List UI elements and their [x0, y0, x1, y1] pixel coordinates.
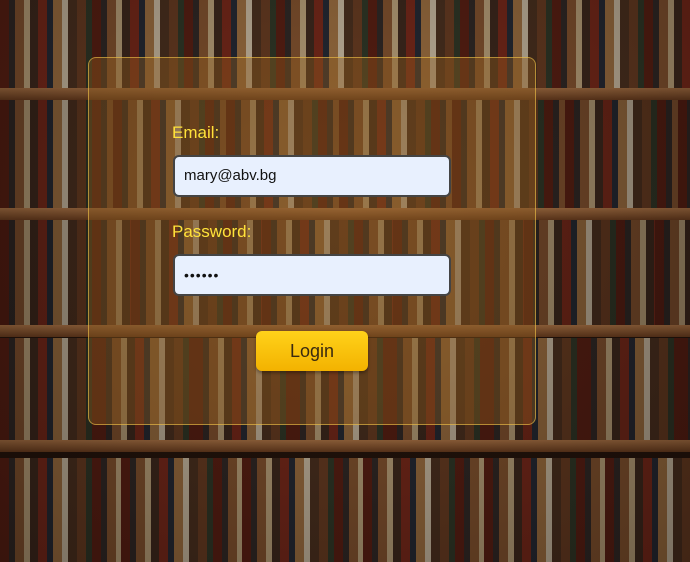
password-label: Password: — [172, 222, 252, 241]
password-field[interactable]: •••••• — [173, 254, 451, 296]
email-field[interactable]: mary@abv.bg — [173, 155, 451, 197]
login-panel: Email: mary@abv.bg Password: •••••• Logi… — [88, 57, 536, 425]
email-label: Email: — [172, 123, 220, 142]
login-button[interactable]: Login — [256, 331, 368, 371]
